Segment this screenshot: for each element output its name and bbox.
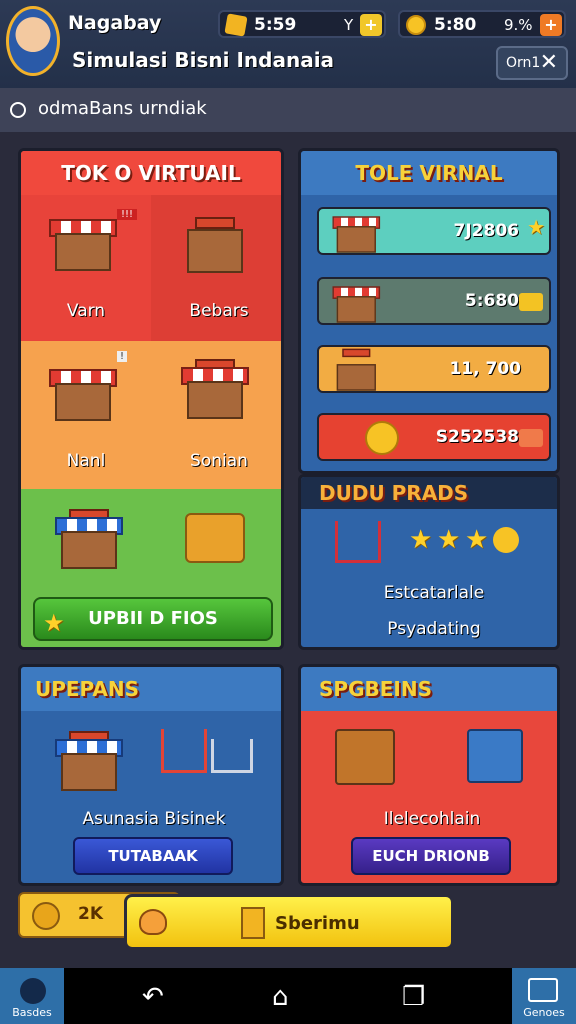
coin-icon (406, 15, 426, 35)
shop-label: Sonian (190, 451, 248, 471)
star-icon: ★ (409, 525, 433, 555)
search-text: odmaBans urndiak (38, 98, 207, 119)
spgbeins-panel: SPGBEINS Ilelecohlain EUCH DRIONB (298, 664, 560, 886)
upepans-button[interactable]: TUTABAAK (73, 837, 233, 875)
games-icon (528, 978, 558, 1002)
gift-box-icon (467, 729, 523, 783)
coin-resource: 5:80 9.% + (398, 10, 566, 38)
shop-icon (181, 359, 249, 419)
dudu-line-2: Psyadating (387, 619, 481, 639)
gold-suffix: Y (344, 16, 354, 34)
shopping-cart-icon (161, 729, 207, 773)
shop-icon (55, 731, 123, 791)
spgbeins-button[interactable]: EUCH DRIONB (351, 837, 511, 875)
search-icon (10, 102, 26, 118)
spgbeins-panel-title: SPGBEINS (301, 667, 557, 711)
navigation-bar: Basdes ↶ ⌂ ❐ Genoes (0, 968, 576, 1024)
bag-icon (241, 907, 265, 939)
player-name: Nagabay (68, 12, 162, 34)
add-gold-button[interactable]: + (360, 14, 382, 36)
tole-row[interactable]: 11, 700 (317, 345, 551, 393)
upgrade-section: ★ UPBII D FIOS (21, 489, 281, 647)
star-icon: ★ (465, 525, 489, 555)
gold-value: 5:59 (254, 15, 297, 35)
nav-left-label: Basdes (12, 1006, 52, 1019)
row-value: S252538 (435, 427, 519, 447)
upepans-panel-title: UPEPANS (21, 667, 281, 711)
home-button-icon[interactable]: ⌂ (272, 982, 289, 1012)
tag-icon (519, 429, 543, 447)
gold-bar-icon (224, 13, 248, 37)
star-icon: ★ (437, 525, 461, 555)
toko-virtual-panel: TOK O VIRTUAIL !!! Varn Bebars ! Nanl So… (18, 148, 284, 650)
nav-basdes-button[interactable]: Basdes (0, 968, 64, 1024)
row-value: 11, 700 (449, 359, 521, 379)
nav-right-label: Genoes (523, 1006, 565, 1019)
crate-icon (335, 729, 395, 785)
upepans-panel: UPEPANS Asunasia Bisinek TUTABAAK (18, 664, 284, 886)
coin-stack-icon (32, 902, 60, 930)
shop-badge: !!! (117, 209, 138, 220)
coin-value: 5:80 (434, 15, 477, 35)
row-value: 5:680 (464, 291, 519, 311)
shop-row-2: ! Nanl Sonian (21, 341, 281, 489)
close-label: Orn1 (506, 55, 541, 71)
upepans-caption: Asunasia Bisinek (82, 809, 226, 829)
player-avatar[interactable] (6, 6, 60, 76)
dudu-panel-title: DUDU PRADS (301, 477, 557, 509)
gold-resource: 5:59 Y + (218, 10, 386, 38)
tole-panel-title: TOLE VIRNAL (301, 151, 557, 195)
shop-card-bebars[interactable]: Bebars (151, 195, 281, 341)
coin-suffix: 9.% (504, 16, 533, 34)
shop-card-nanl[interactable]: ! Nanl (21, 341, 151, 489)
shop-card-sonian[interactable]: Sonian (151, 341, 281, 489)
dudu-prads-panel: DUDU PRADS ★ ★ ★ Estcatarlale Psyadating (298, 474, 560, 650)
shop-label: Varn (66, 301, 106, 321)
app-title: Simulasi Bisni Indanaia (72, 48, 335, 72)
add-coin-button[interactable]: + (540, 14, 562, 36)
nav-genoes-button[interactable]: Genoes (512, 968, 576, 1024)
shopping-cart-icon (211, 739, 253, 773)
shop-icon (181, 217, 249, 277)
upgrade-label: UPBII D FIOS (88, 608, 218, 629)
coin-icon (493, 527, 519, 553)
row-value: 7J2806 (453, 221, 519, 241)
shop-badge: ! (117, 351, 128, 362)
search-bar[interactable]: odmaBans urndiak (0, 88, 576, 132)
close-icon: ✕ (539, 50, 558, 75)
coin-icon (365, 421, 399, 455)
tole-row[interactable]: 7J2806 ★ (317, 207, 551, 255)
main-action-button[interactable]: Sberimu (124, 894, 454, 950)
shop-icon (333, 348, 376, 391)
close-button[interactable]: Orn1 ✕ (496, 46, 568, 80)
gold-tag-icon (519, 293, 543, 311)
recent-apps-icon[interactable]: ❐ (402, 982, 425, 1012)
coin-counter-value: 2K (78, 904, 104, 924)
shop-icon (49, 211, 117, 271)
shop-icon (55, 509, 123, 569)
shopping-cart-icon (335, 521, 381, 563)
main-action-label: Sberimu (275, 913, 360, 934)
star-icon: ★ (527, 215, 545, 239)
star-icon: ★ (43, 609, 65, 637)
shop-icon (332, 281, 381, 323)
shop-card-varn[interactable]: !!! Varn (21, 195, 151, 341)
shop-label: Bebars (189, 301, 249, 321)
coin-stack-icon (185, 513, 245, 563)
upgrade-button[interactable]: ★ UPBII D FIOS (33, 597, 273, 641)
shop-icon (49, 361, 117, 421)
heart-icon (139, 909, 167, 935)
shop-label: Nanl (66, 451, 106, 471)
spgbeins-caption: Ilelecohlain (383, 809, 481, 829)
shop-icon (332, 211, 381, 253)
home-icon (20, 978, 46, 1004)
dudu-line-1: Estcatarlale (383, 583, 485, 603)
top-bar: Nagabay 5:59 Y + 5:80 9.% + Simulasi Bis… (0, 0, 576, 88)
tole-virnal-panel: TOLE VIRNAL 7J2806 ★ 5:680 11, 700 S2525… (298, 148, 560, 474)
back-icon[interactable]: ↶ (142, 982, 164, 1012)
tole-row[interactable]: 5:680 (317, 277, 551, 325)
tole-row[interactable]: S252538 (317, 413, 551, 461)
toko-panel-title: TOK O VIRTUAIL (21, 151, 281, 195)
